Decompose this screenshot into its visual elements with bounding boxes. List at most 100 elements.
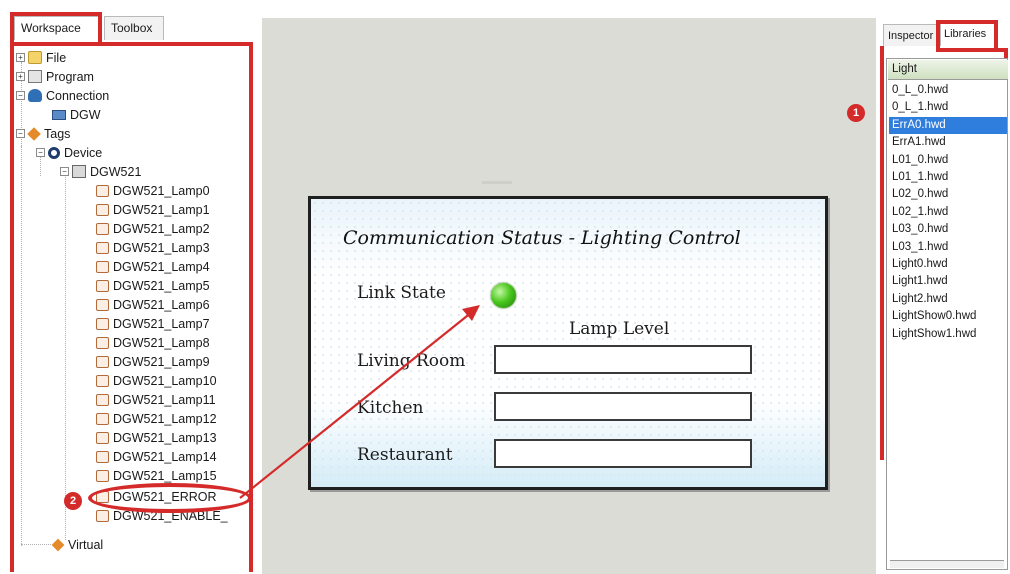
room-label-kitchen: Kitchen <box>357 398 424 418</box>
tree-item-lamp[interactable]: DGW521_Lamp6 <box>96 295 210 314</box>
collapse-icon[interactable]: − <box>16 129 25 138</box>
tree-item-lamp[interactable]: DGW521_Lamp15 <box>96 466 217 485</box>
callout-badge-1: 1 <box>847 104 865 122</box>
tree-label: DGW521_Lamp13 <box>113 430 217 445</box>
tag-icon <box>96 393 109 406</box>
tree-item-lamp[interactable]: DGW521_Lamp1 <box>96 200 210 219</box>
tree-item-lamp[interactable]: DGW521_Lamp13 <box>96 428 217 447</box>
library-item[interactable]: Light1.hwd <box>889 273 1007 290</box>
tree-label: DGW521_ERROR <box>113 489 217 504</box>
tag-icon <box>96 336 109 349</box>
expand-icon[interactable]: + <box>16 53 25 62</box>
library-item[interactable]: L02_1.hwd <box>889 204 1007 221</box>
gateway-icon <box>52 109 66 120</box>
kitchen-lamp-level-field[interactable] <box>494 392 752 421</box>
tree-item-connection[interactable]: − Connection <box>16 86 109 105</box>
tree-label: DGW521_Lamp9 <box>113 354 210 369</box>
collapse-icon[interactable]: − <box>16 91 25 100</box>
library-item[interactable]: L02_0.hwd <box>889 186 1007 203</box>
tag-icon <box>96 184 109 197</box>
library-item[interactable]: Light0.hwd <box>889 256 1007 273</box>
tree-item-program[interactable]: + Program <box>16 67 94 86</box>
tree-item-lamp[interactable]: DGW521_Lamp14 <box>96 447 217 466</box>
tag-icon <box>96 260 109 273</box>
library-list[interactable]: Light 0_L_0.hwd 0_L_1.hwd ErrA0.hwd ErrA1.h… <box>886 58 1008 570</box>
tag-icon <box>96 298 109 311</box>
restaurant-lamp-level-field[interactable] <box>494 439 752 468</box>
virtual-icon <box>51 538 65 551</box>
library-item[interactable]: ErrA0.hwd <box>889 116 1007 134</box>
tree-label: DGW521 <box>90 164 142 179</box>
tree-item-lamp[interactable]: DGW521_Lamp2 <box>96 219 210 238</box>
tree-item-lamp[interactable]: DGW521_Lamp12 <box>96 409 217 428</box>
tree-label: DGW521_Lamp14 <box>113 449 217 464</box>
design-canvas: Communication Status - Lighting Control … <box>262 18 876 574</box>
tree-label: Connection <box>46 88 110 103</box>
libraries-list-highlight <box>880 46 884 460</box>
tab-workspace[interactable]: Workspace <box>14 16 102 40</box>
tree-item-lamp[interactable]: DGW521_Lamp10 <box>96 371 217 390</box>
tag-icon <box>96 374 109 387</box>
tree-item-enable-tag[interactable]: DGW521_ENABLE_ <box>96 506 228 525</box>
tree-connector <box>21 146 22 546</box>
tab-toolbox[interactable]: Toolbox <box>104 16 164 40</box>
tree-item-error-tag[interactable]: DGW521_ERROR <box>96 487 217 506</box>
room-label-restaurant: Restaurant <box>357 445 453 465</box>
library-category-header[interactable]: Light <box>888 60 1008 80</box>
library-item[interactable]: L03_0.hwd <box>889 221 1007 238</box>
connection-icon <box>28 89 42 102</box>
tree-item-lamp[interactable]: DGW521_Lamp0 <box>96 181 210 200</box>
tag-icon <box>96 317 109 330</box>
library-item[interactable]: 0_L_1.hwd <box>889 99 1007 116</box>
tree-label: Virtual <box>68 537 104 552</box>
tree-label: DGW521_Lamp12 <box>113 411 217 426</box>
tree-item-lamp[interactable]: DGW521_Lamp5 <box>96 276 210 295</box>
tree-item-lamp[interactable]: DGW521_Lamp7 <box>96 314 210 333</box>
expand-icon[interactable]: + <box>16 72 25 81</box>
tag-icon <box>96 450 109 463</box>
resize-handle[interactable] <box>482 181 512 184</box>
tree-label: DGW521_Lamp2 <box>113 221 210 236</box>
tree-connector <box>21 544 51 545</box>
tree-item-lamp[interactable]: DGW521_Lamp8 <box>96 333 210 352</box>
tag-icon <box>96 279 109 292</box>
folder-icon <box>28 51 42 64</box>
tree-item-lamp[interactable]: DGW521_Lamp11 <box>96 390 216 409</box>
tag-icon <box>96 509 109 522</box>
tree-item-lamp[interactable]: DGW521_Lamp3 <box>96 238 210 257</box>
tab-inspector[interactable]: Inspector <box>883 24 939 46</box>
tab-libraries[interactable]: Libraries <box>940 22 996 46</box>
library-item[interactable]: L01_1.hwd <box>889 169 1007 186</box>
tree-item-dgw521[interactable]: − DGW521 <box>60 162 141 181</box>
tree-item-tags[interactable]: − Tags <box>16 124 70 143</box>
library-item[interactable]: 0_L_0.hwd <box>889 82 1007 99</box>
collapse-icon[interactable]: − <box>36 148 45 157</box>
library-item[interactable]: LightShow0.hwd <box>889 308 1007 325</box>
tree-label: Program <box>46 69 94 84</box>
room-label-living-room: Living Room <box>357 351 466 371</box>
tree-label: DGW521_Lamp15 <box>113 468 217 483</box>
callout-badge-2: 2 <box>64 492 82 510</box>
link-status-indicator[interactable] <box>491 283 516 308</box>
link-state-label: Link State <box>357 283 446 303</box>
tree-item-virtual[interactable]: Virtual <box>51 535 104 554</box>
hmi-screen[interactable]: Communication Status - Lighting Control … <box>308 196 828 490</box>
tree-label: DGW521_Lamp10 <box>113 373 217 388</box>
library-item[interactable]: L03_1.hwd <box>889 239 1007 256</box>
library-item[interactable]: Light2.hwd <box>889 291 1007 308</box>
library-item[interactable]: L01_0.hwd <box>889 152 1007 169</box>
tree-item-dgw[interactable]: DGW <box>52 105 101 124</box>
library-item[interactable]: ErrA1.hwd <box>889 134 1007 151</box>
living-room-lamp-level-field[interactable] <box>494 345 752 374</box>
tree-item-file[interactable]: + File <box>16 48 66 67</box>
tag-icon <box>96 241 109 254</box>
tree-label: File <box>46 50 67 65</box>
tree-item-device[interactable]: − Device <box>36 143 102 162</box>
tree-connector <box>65 174 66 540</box>
collapse-icon[interactable]: − <box>60 167 69 176</box>
tree-label: DGW521_Lamp3 <box>113 240 210 255</box>
tree-item-lamp[interactable]: DGW521_Lamp4 <box>96 257 210 276</box>
tree-item-lamp[interactable]: DGW521_Lamp9 <box>96 352 210 371</box>
tree-label: Device <box>64 145 103 160</box>
library-item[interactable]: LightShow1.hwd <box>889 326 1007 343</box>
